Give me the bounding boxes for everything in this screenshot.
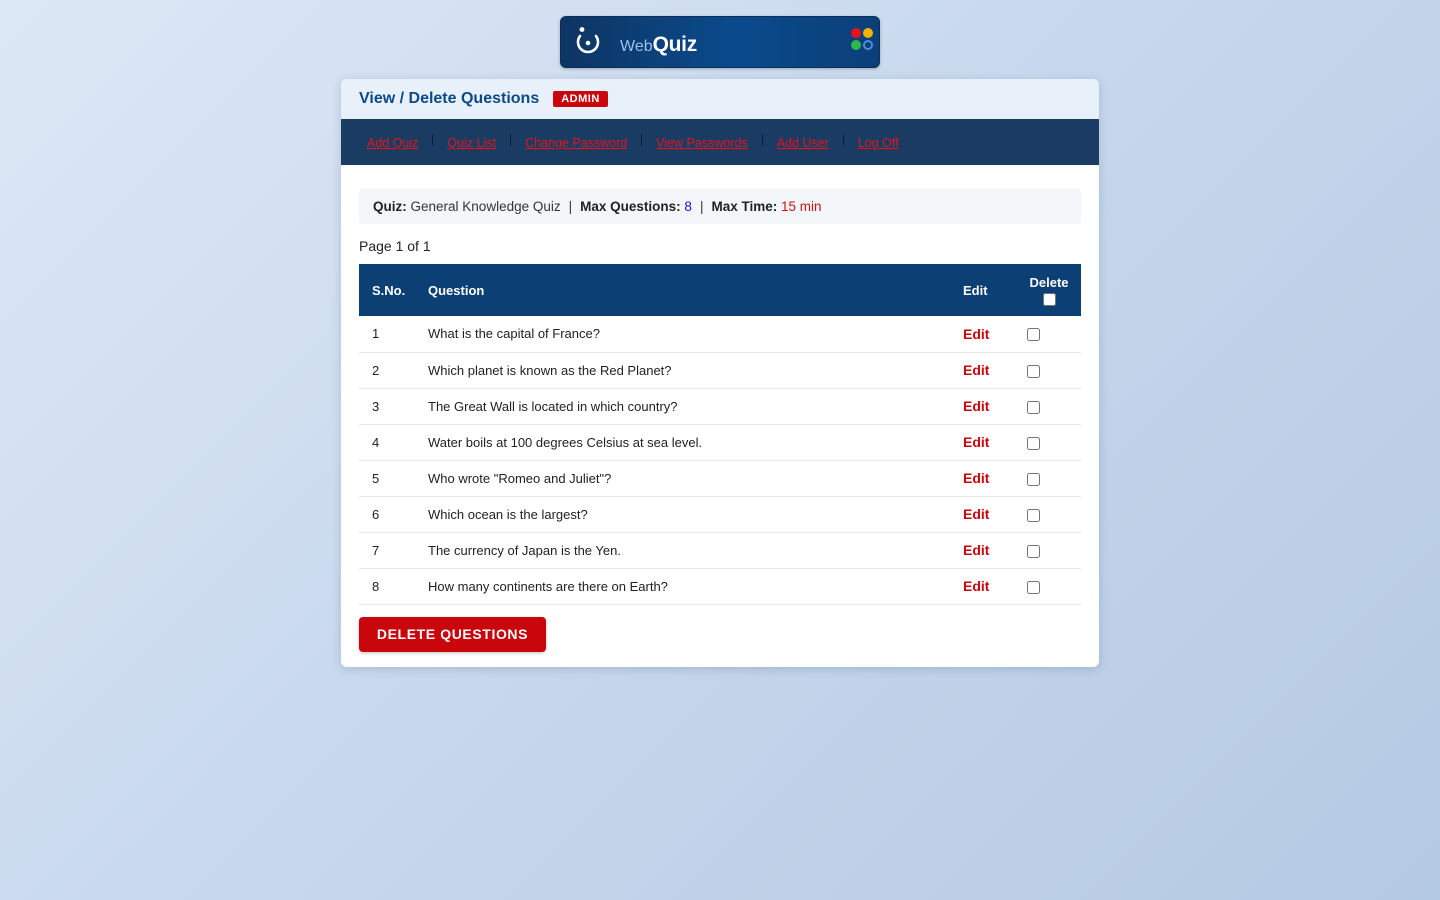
table-row: 5 Who wrote "Romeo and Juliet"? Edit bbox=[359, 460, 1081, 496]
red-dot bbox=[851, 28, 861, 38]
admin-navbar: Add Quiz Quiz List Change Password View … bbox=[341, 119, 1099, 165]
max-time-value: 15 min bbox=[781, 199, 822, 214]
max-time-label: Max Time: bbox=[711, 199, 778, 214]
edit-link[interactable]: Edit bbox=[963, 542, 989, 558]
info-separator: | bbox=[699, 199, 704, 214]
logo-banner: WebQuiz bbox=[560, 16, 880, 68]
max-questions-value: 8 bbox=[684, 199, 692, 214]
nav-separator bbox=[641, 134, 643, 146]
delete-questions-button[interactable]: DELETE QUESTIONS bbox=[359, 616, 546, 652]
nav-separator bbox=[842, 134, 844, 146]
page-title: View / Delete Questions bbox=[359, 90, 540, 107]
select-all-checkbox[interactable] bbox=[1042, 292, 1056, 306]
row-question: The Great Wall is located in which count… bbox=[428, 398, 678, 414]
quiz-label: Quiz: bbox=[373, 199, 407, 214]
row-sno: 2 bbox=[372, 362, 380, 378]
row-sno: 7 bbox=[372, 542, 380, 558]
table-row: 1 What is the capital of France? Edit bbox=[359, 316, 1081, 352]
table-row: 6 Which ocean is the largest? Edit bbox=[359, 496, 1081, 532]
edit-link[interactable]: Edit bbox=[963, 506, 989, 522]
nav-separator bbox=[761, 134, 763, 146]
blue-ring-dot bbox=[863, 40, 873, 50]
row-question: How many continents are there on Earth? bbox=[428, 578, 668, 594]
delete-checkbox[interactable] bbox=[1026, 508, 1040, 522]
nav-quiz-list[interactable]: Quiz List bbox=[435, 136, 508, 150]
table-row: 4 Water boils at 100 degrees Celsius at … bbox=[359, 424, 1081, 460]
header-question: Question bbox=[428, 282, 485, 298]
row-question: What is the capital of France? bbox=[428, 326, 600, 342]
admin-badge: ADMIN bbox=[553, 91, 608, 107]
row-question: Which planet is known as the Red Planet? bbox=[428, 362, 672, 378]
row-sno: 1 bbox=[372, 326, 380, 342]
table-row: 3 The Great Wall is located in which cou… bbox=[359, 388, 1081, 424]
delete-checkbox[interactable] bbox=[1026, 436, 1040, 450]
row-question: Water boils at 100 degrees Celsius at se… bbox=[428, 434, 703, 450]
nav-add-user[interactable]: Add User bbox=[765, 136, 841, 150]
nav-add-quiz[interactable]: Add Quiz bbox=[355, 136, 430, 150]
row-sno: 8 bbox=[372, 578, 380, 594]
delete-checkbox[interactable] bbox=[1026, 580, 1040, 594]
delete-checkbox[interactable] bbox=[1026, 472, 1040, 486]
quiz-logo-icon bbox=[576, 27, 600, 54]
row-sno: 6 bbox=[372, 506, 380, 522]
row-sno: 3 bbox=[372, 398, 380, 414]
row-sno: 5 bbox=[372, 470, 380, 486]
edit-link[interactable]: Edit bbox=[963, 578, 989, 594]
row-question: Which ocean is the largest? bbox=[428, 506, 588, 522]
page-indicator: Page 1 of 1 bbox=[359, 238, 431, 254]
row-question: Who wrote "Romeo and Juliet"? bbox=[428, 470, 612, 486]
main-panel: View / Delete Questions ADMIN Add Quiz Q… bbox=[341, 79, 1099, 667]
logo-wordmark: WebQuiz bbox=[620, 33, 697, 57]
row-question: The currency of Japan is the Yen. bbox=[428, 542, 621, 558]
table-header-row: S.No. Question Edit Delete bbox=[359, 264, 1081, 316]
table-row: 8 How many continents are there on Earth… bbox=[359, 568, 1081, 604]
color-dots-icon bbox=[851, 28, 875, 52]
panel-header: View / Delete Questions ADMIN bbox=[341, 79, 1099, 119]
nav-view-passwords[interactable]: View Passwords bbox=[644, 136, 759, 150]
header-delete: Delete bbox=[1023, 264, 1081, 316]
delete-checkbox[interactable] bbox=[1026, 328, 1040, 342]
header-edit: Edit bbox=[963, 282, 988, 298]
edit-link[interactable]: Edit bbox=[963, 362, 989, 378]
table-row: 7 The currency of Japan is the Yen. Edit bbox=[359, 532, 1081, 568]
row-sno: 4 bbox=[372, 434, 380, 450]
quiz-info-bar: Quiz: General Knowledge Quiz | Max Quest… bbox=[359, 189, 1081, 224]
header-sno: S.No. bbox=[372, 282, 406, 298]
nav-change-password[interactable]: Change Password bbox=[513, 136, 639, 150]
yellow-dot bbox=[863, 28, 873, 38]
delete-checkbox[interactable] bbox=[1026, 544, 1040, 558]
logo-prefix: Web bbox=[620, 38, 653, 55]
delete-checkbox[interactable] bbox=[1026, 364, 1040, 378]
green-dot bbox=[851, 40, 861, 50]
nav-log-off[interactable]: Log Off bbox=[846, 136, 911, 150]
edit-link[interactable]: Edit bbox=[963, 398, 989, 414]
table-row: 2 Which planet is known as the Red Plane… bbox=[359, 352, 1081, 388]
questions-table: S.No. Question Edit Delete 1 What is the… bbox=[359, 264, 1081, 605]
logo-brand: Quiz bbox=[652, 33, 698, 56]
content-area: Quiz: General Knowledge Quiz | Max Quest… bbox=[341, 165, 1099, 652]
max-questions-label: Max Questions: bbox=[580, 199, 681, 214]
nav-separator bbox=[510, 134, 512, 146]
edit-link[interactable]: Edit bbox=[963, 434, 989, 450]
info-separator: | bbox=[568, 199, 573, 214]
edit-link[interactable]: Edit bbox=[963, 470, 989, 486]
delete-checkbox[interactable] bbox=[1026, 400, 1040, 414]
nav-separator bbox=[432, 134, 434, 146]
header-delete-label: Delete bbox=[1029, 274, 1069, 290]
edit-link[interactable]: Edit bbox=[963, 326, 989, 342]
quiz-name: General Knowledge Quiz bbox=[410, 199, 561, 214]
